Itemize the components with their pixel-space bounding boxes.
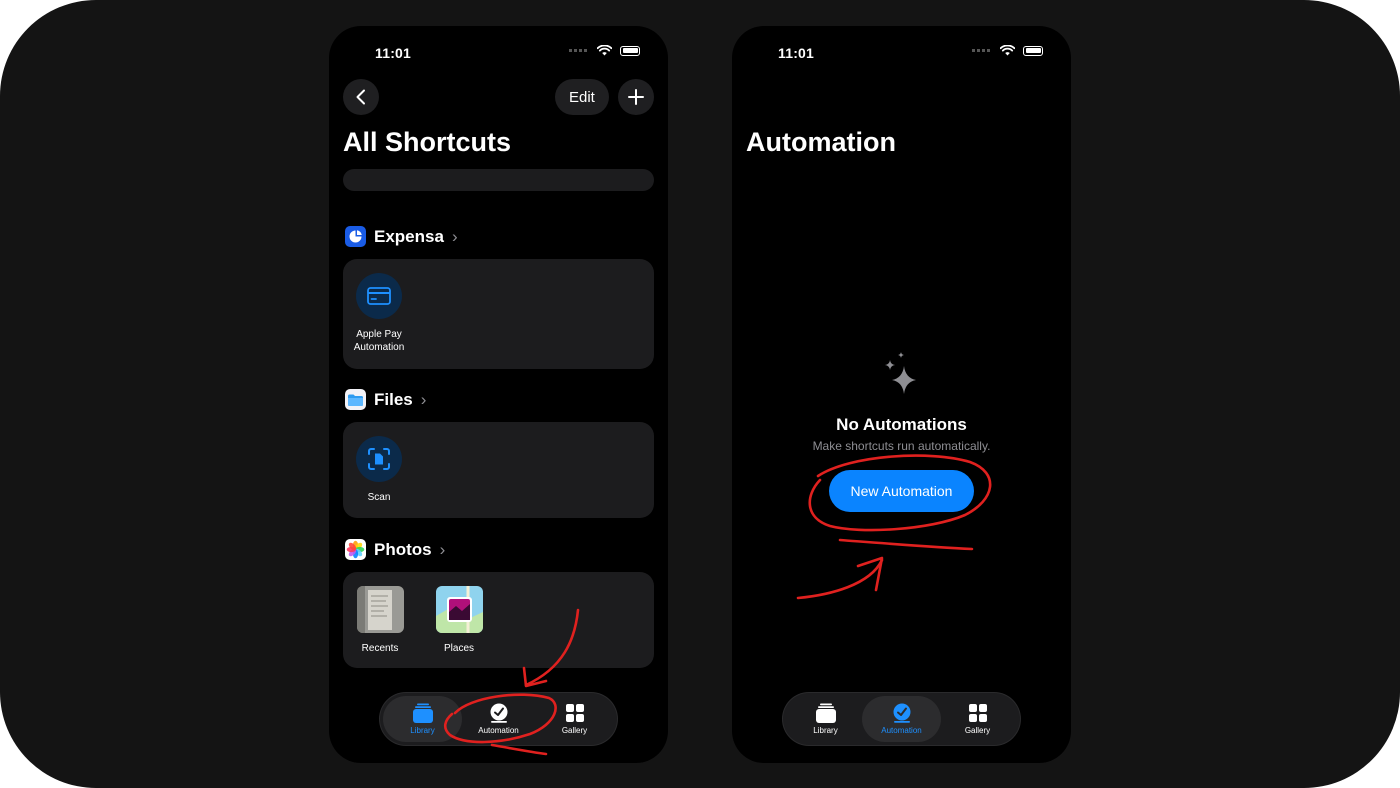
new-automation-button[interactable]: New Automation <box>829 470 974 512</box>
library-icon <box>815 703 836 723</box>
section-header-expensa[interactable]: Expensa › <box>345 226 458 247</box>
recents-thumbnail <box>356 586 404 633</box>
photos-app-icon <box>345 539 366 560</box>
empty-state-subtext: Make shortcuts run automatically. <box>812 439 991 453</box>
back-button[interactable] <box>343 79 379 115</box>
tab-bar: Library Automation Gallery <box>783 693 1020 745</box>
tab-gallery[interactable]: Gallery <box>535 696 614 742</box>
chevron-right-icon: › <box>451 226 458 246</box>
tab-automation[interactable]: Automation <box>459 696 538 742</box>
grid-icon <box>968 704 987 722</box>
actions-card-files: Scan <box>343 422 654 518</box>
action-label-line1: Apple Pay <box>356 329 402 340</box>
search-bar[interactable] <box>343 169 654 191</box>
tab-label: Automation <box>478 726 519 735</box>
action-places[interactable]: Places <box>423 586 495 655</box>
expensa-app-icon <box>345 226 366 247</box>
empty-state-heading: No Automations <box>836 415 967 434</box>
add-shortcut-button[interactable] <box>618 79 654 115</box>
tab-label: Library <box>813 726 838 735</box>
tab-label: Library <box>410 726 435 735</box>
status-time: 11:01 <box>778 45 815 61</box>
tab-label: Gallery <box>561 726 588 735</box>
clock-check-icon <box>490 703 507 723</box>
tab-gallery[interactable]: Gallery <box>938 696 1017 742</box>
section-title: Photos <box>374 539 432 559</box>
wifi-icon <box>597 45 612 56</box>
edit-button[interactable]: Edit <box>555 79 609 115</box>
section-header-photos[interactable]: Photos › <box>345 539 445 560</box>
document-scan-icon <box>368 448 390 470</box>
action-apple-pay-automation[interactable]: Apple Pay Automation <box>343 273 415 354</box>
tab-bar: Library Automation Gallery <box>380 693 617 745</box>
action-scan[interactable]: Scan <box>343 436 415 504</box>
battery-icon <box>1023 45 1043 56</box>
section-title: Expensa <box>374 226 444 246</box>
actions-card-photos: Recents Places <box>343 572 654 668</box>
section-title: Files <box>374 389 413 409</box>
action-icon-container <box>356 436 402 482</box>
action-label: Places <box>443 643 474 654</box>
status-icons <box>569 45 640 56</box>
sparkles-icon <box>885 352 916 394</box>
phone-screen-automation: 11:01 Automation No Automations Make sho… <box>732 26 1071 763</box>
actions-card-expensa: Apple Pay Automation <box>343 259 654 369</box>
tab-label: Gallery <box>964 726 991 735</box>
tab-automation[interactable]: Automation <box>862 696 941 742</box>
library-icon <box>412 703 433 723</box>
tab-library[interactable]: Library <box>383 696 462 742</box>
files-app-icon <box>345 389 366 410</box>
action-label: Scan <box>367 492 391 503</box>
chevron-right-icon: › <box>439 539 446 559</box>
status-time: 11:01 <box>375 45 412 61</box>
chevron-right-icon: › <box>420 389 427 409</box>
action-recents[interactable]: Recents <box>344 586 416 655</box>
wifi-icon <box>1000 45 1015 56</box>
action-label-line2: Automation <box>353 342 405 353</box>
action-icon-container <box>356 273 402 319</box>
places-thumbnail <box>435 586 483 633</box>
cellular-icon <box>569 49 589 52</box>
section-header-files[interactable]: Files › <box>345 389 426 410</box>
status-icons <box>972 45 1043 56</box>
page-title: All Shortcuts <box>343 127 512 157</box>
plus-icon <box>628 89 644 105</box>
tab-library[interactable]: Library <box>786 696 865 742</box>
credit-card-icon <box>367 287 391 305</box>
chevron-left-icon <box>356 89 365 105</box>
clock-check-icon <box>893 703 910 723</box>
tab-label: Automation <box>881 726 922 735</box>
cellular-icon <box>972 49 992 52</box>
battery-icon <box>620 45 640 56</box>
page-title: Automation <box>746 127 896 157</box>
device-frame: 11:01 Edit All Shortcuts Expensa › Apple… <box>0 0 1400 788</box>
phone-screen-shortcuts: 11:01 Edit All Shortcuts Expensa › Apple… <box>329 26 668 763</box>
action-label: Recents <box>361 643 399 654</box>
grid-icon <box>565 704 584 722</box>
action-label: Apple Pay Automation <box>354 328 405 354</box>
